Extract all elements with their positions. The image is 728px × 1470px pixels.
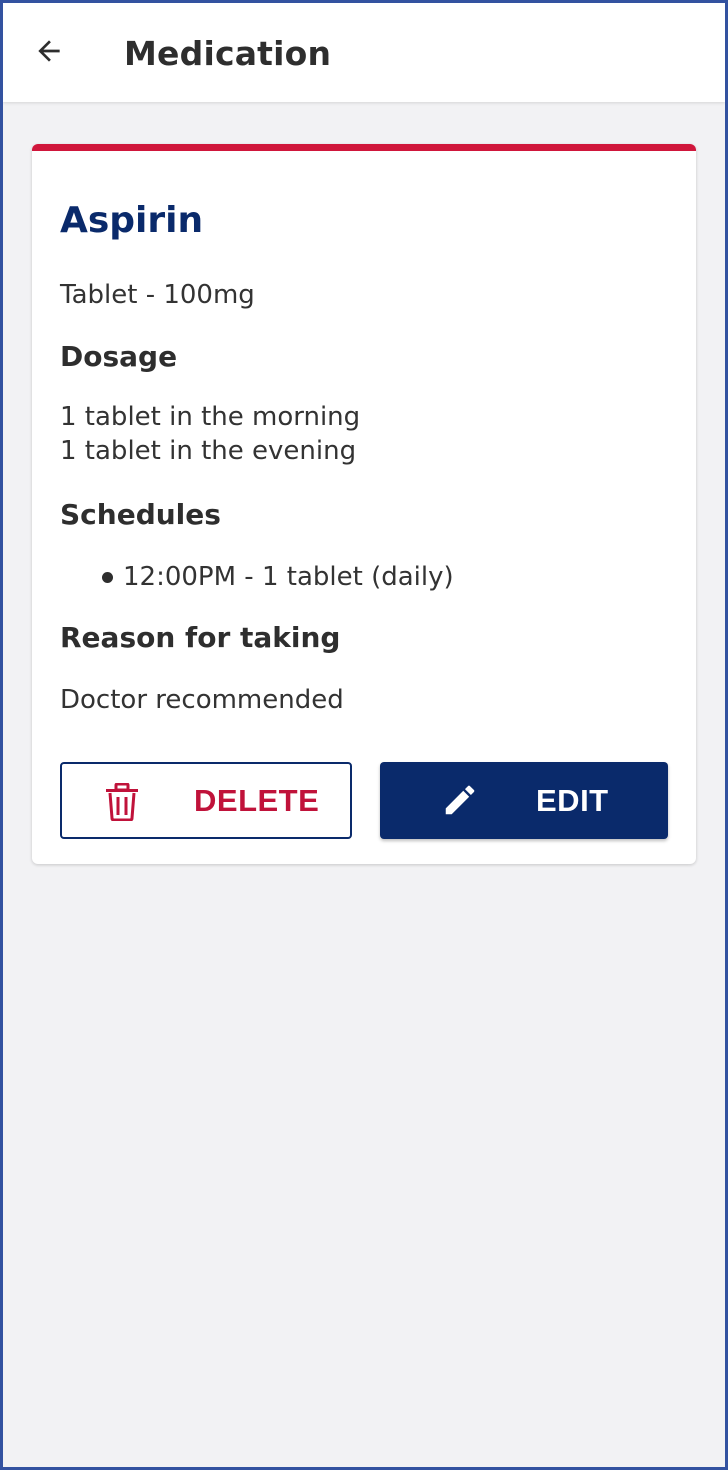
dosage-line: 1 tablet in the evening [60,436,357,466]
card-accent-bar [32,144,696,151]
app-frame: Medication Aspirin Tablet - 100mg Dosage… [0,0,728,1470]
schedule-item: 12:00PM - 1 tablet (daily) [102,562,454,592]
page-title: Medication [124,34,332,73]
pencil-icon [440,780,480,820]
trash-icon [102,782,142,822]
dosage-heading: Dosage [60,340,178,373]
reason-heading: Reason for taking [60,621,341,654]
back-button[interactable] [23,29,75,77]
schedule-item-text: 12:00PM - 1 tablet (daily) [123,562,454,592]
dosage-line: 1 tablet in the morning [60,402,361,432]
schedule-list: 12:00PM - 1 tablet (daily) [102,562,454,592]
edit-button-label: EDIT [536,782,609,818]
medication-card: Aspirin Tablet - 100mg Dosage 1 tablet i… [32,144,696,864]
medication-form-strength: Tablet - 100mg [60,280,255,310]
delete-button[interactable]: DELETE [60,762,352,839]
edit-button[interactable]: EDIT [380,762,668,839]
bullet-icon [102,571,113,583]
reason-text: Doctor recommended [60,685,344,715]
arrow-left-icon [33,35,65,71]
delete-button-label: DELETE [194,782,320,818]
schedules-heading: Schedules [60,498,221,531]
app-bar: Medication [3,3,725,102]
medication-name: Aspirin [60,200,204,241]
